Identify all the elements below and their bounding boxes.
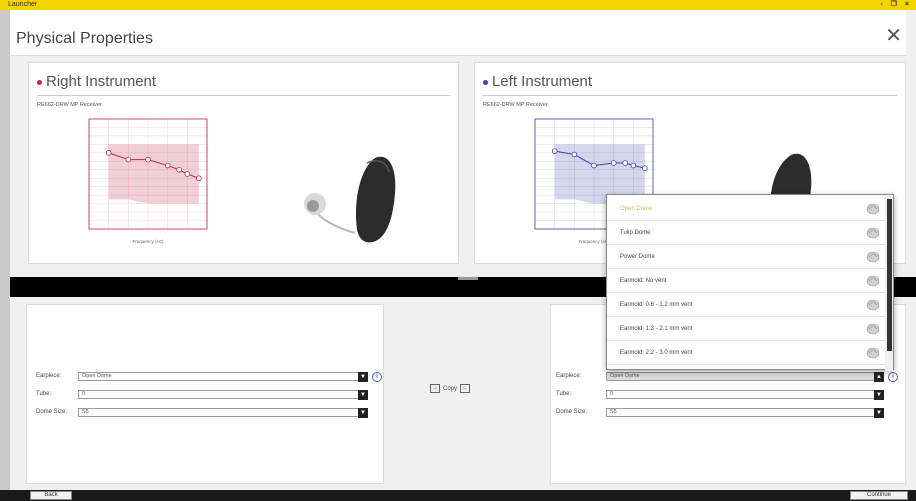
copy-left-to-right-button[interactable]: ←	[460, 384, 471, 393]
right-audiogram-chart: Frequency (Hz)	[88, 118, 208, 244]
earpiece-option-label: Earmold: 1.3 - 2.1 mm vent	[620, 326, 693, 332]
close-icon[interactable]: ✕	[885, 26, 902, 46]
back-button[interactable]: Back	[30, 491, 72, 500]
earpiece-option-label: Power Dome	[620, 254, 655, 260]
left-tube-select[interactable]: 0	[606, 390, 878, 399]
data-point	[145, 156, 151, 163]
dome-size-label: Dome Size:	[36, 409, 68, 415]
earpiece-option[interactable]: Earmold: No vent	[607, 269, 885, 293]
chevron-down-icon[interactable]: ▼	[874, 408, 884, 418]
right-earpiece-select[interactable]: Open Dome	[78, 372, 366, 381]
data-point	[176, 166, 182, 173]
info-icon[interactable]: i	[888, 372, 898, 382]
dome-size-label: Dome Size:	[556, 409, 588, 415]
dropdown-scrollbar[interactable]	[885, 195, 893, 371]
dome-icon	[866, 275, 880, 287]
title-bar: Launcher - ❐ ×	[0, 0, 916, 10]
page-title: Physical Properties	[16, 30, 153, 47]
earpiece-option[interactable]: Earmold: 0.6 - 1.2 mm vent	[607, 293, 885, 317]
left-earpiece-select[interactable]: Open Dome	[606, 372, 878, 381]
chevron-down-icon[interactable]: ▼	[358, 390, 368, 400]
hearing-aid-image	[304, 156, 396, 243]
data-point	[622, 160, 628, 166]
left-receiver-label: RE662-DRW MP Receiver	[483, 102, 548, 108]
data-point	[571, 151, 578, 158]
data-point	[610, 160, 617, 166]
left-tube-row: Tube: 0 ▼	[556, 390, 896, 400]
data-point	[164, 162, 171, 169]
dome-icon	[866, 227, 880, 239]
copy-right-to-left-button[interactable]: →	[430, 384, 440, 393]
splitter-grip[interactable]	[458, 277, 478, 280]
right-tube-select[interactable]: 0	[78, 390, 366, 399]
data-point	[184, 171, 191, 177]
page-header: Physical Properties ✕	[10, 10, 906, 56]
divider	[37, 95, 450, 96]
earpiece-option-label: Earmold: 2.2 - 3.0 mm vent	[620, 350, 693, 356]
chevron-down-icon[interactable]: ▼	[358, 408, 368, 418]
earpiece-dropdown-list[interactable]: Open Dome Tulip Dome Power Dome Earmold: No…	[606, 194, 894, 371]
left-dome-select[interactable]: S5	[606, 408, 878, 417]
earpiece-option-label: Earmold: 0.6 - 1.2 mm vent	[620, 302, 693, 308]
footer-bar: Back Continue	[0, 490, 916, 501]
right-instrument-panel: Right Instrument RE662-DRW MP Receiver F…	[28, 62, 459, 264]
left-earpiece-row: Earpiece: Open Dome ▲ i	[556, 372, 906, 382]
data-point	[105, 150, 112, 156]
earpiece-option-label: Earmold: No vent	[620, 278, 667, 284]
right-color-dot	[37, 79, 42, 85]
left-dome-row: Dome Size: S5 ▼	[556, 408, 896, 418]
earpiece-option[interactable]: Tulip Dome	[607, 221, 885, 245]
earpiece-option[interactable]: Earmold: 2.2 - 3.0 mm vent	[607, 341, 885, 365]
app-title: Launcher	[8, 1, 38, 8]
chevron-down-icon[interactable]: ▼	[358, 372, 368, 382]
dome-icon	[866, 323, 880, 335]
chevron-down-icon[interactable]: ▼	[874, 390, 884, 400]
earpiece-option[interactable]: Power Dome	[607, 245, 885, 269]
right-receiver-label: RE662-DRW MP Receiver	[37, 102, 102, 108]
right-earpiece-row: Earpiece: Open Dome ▼ i	[36, 372, 386, 382]
right-instrument-title: Right Instrument	[46, 73, 157, 90]
data-point	[591, 162, 597, 169]
dome-icon	[866, 347, 880, 359]
earpiece-option-label: Open Dome	[620, 206, 653, 212]
data-point	[551, 148, 558, 154]
right-tube-row: Tube: 0 ▼	[36, 390, 376, 400]
earpiece-label: Earpiece:	[556, 373, 582, 379]
dome-icon	[866, 251, 880, 263]
continue-button[interactable]: Continue	[850, 491, 908, 500]
left-instrument-heading: Left Instrument	[483, 73, 592, 90]
tube-label: Tube:	[556, 391, 572, 397]
earpiece-option-label: Tulip Dome	[620, 230, 651, 236]
main-window: Physical Properties ✕ Right Instrument R…	[10, 10, 916, 490]
chevron-up-icon[interactable]: ▲	[874, 372, 884, 382]
data-point	[630, 162, 637, 169]
earpiece-option[interactable]: Open Dome	[607, 197, 885, 221]
copy-control: → Copy ←	[430, 384, 471, 393]
right-instrument-heading: Right Instrument	[37, 73, 156, 90]
dome-icon	[866, 203, 880, 215]
x-axis-label: Frequency (Hz)	[132, 239, 164, 244]
left-instrument-title: Left Instrument	[492, 73, 593, 90]
earpiece-label: Earpiece:	[36, 373, 62, 379]
copy-label: Copy	[443, 385, 458, 392]
scrollbar-thumb[interactable]	[887, 199, 892, 351]
window-controls[interactable]: - ❐ ×	[880, 0, 912, 10]
divider	[483, 95, 897, 96]
info-icon[interactable]: i	[372, 372, 382, 382]
right-dome-select[interactable]: S5	[78, 408, 366, 417]
left-color-dot	[483, 79, 488, 85]
tube-label: Tube:	[36, 391, 52, 397]
right-dome-row: Dome Size: S5 ▼	[36, 408, 376, 418]
data-point	[125, 156, 132, 163]
data-point	[196, 175, 202, 182]
data-point	[642, 165, 648, 171]
earpiece-option[interactable]: Earmold: 1.3 - 2.1 mm vent	[607, 317, 885, 341]
dome-icon	[866, 299, 880, 311]
